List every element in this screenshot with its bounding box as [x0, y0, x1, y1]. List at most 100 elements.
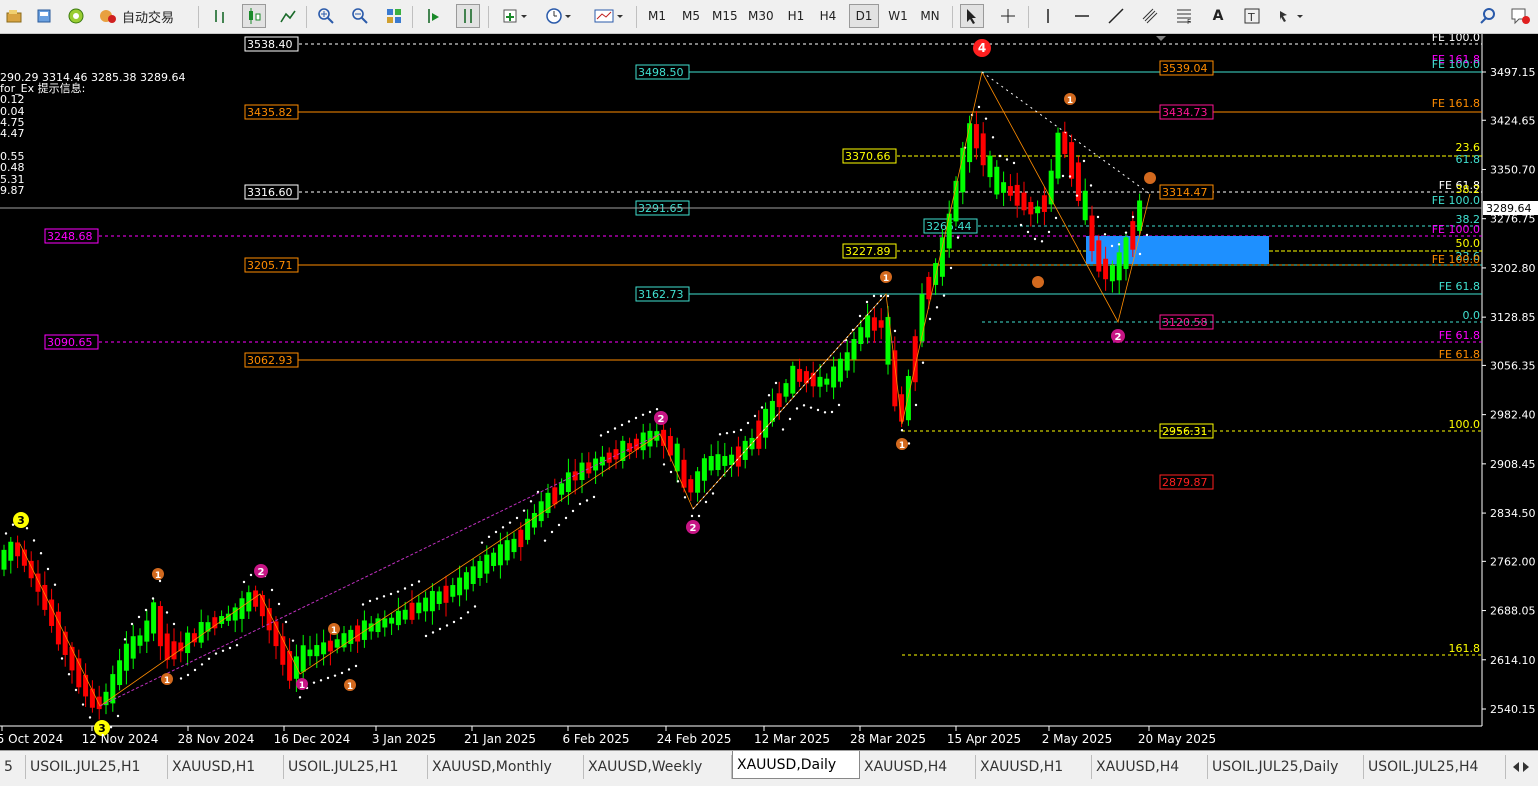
sar-dot: [4, 532, 8, 535]
candle-body: [946, 213, 952, 249]
chart-tab[interactable]: USOIL.JUL25,H1: [26, 755, 168, 779]
candle-body: [123, 643, 129, 671]
chart-tab[interactable]: XAUUSD,H1: [976, 755, 1092, 779]
candle-body: [436, 591, 442, 604]
text-tool-button[interactable]: A: [1206, 4, 1230, 28]
chart-tab[interactable]: XAUUSD,H1: [168, 755, 284, 779]
chart-tab[interactable]: XAUUSD,Weekly: [584, 755, 732, 779]
timeframe-w1[interactable]: W1: [886, 4, 910, 28]
search-icon[interactable]: [1476, 4, 1500, 28]
candle-body: [1130, 221, 1136, 250]
sar-dot: [46, 567, 50, 571]
timeframe-h4[interactable]: H4: [816, 4, 840, 28]
chart-tab[interactable]: XAUUSD,H4: [1092, 755, 1208, 779]
notification-icon[interactable]: [1508, 4, 1532, 28]
sar-dot: [459, 616, 463, 620]
channel-icon[interactable]: [1138, 4, 1162, 28]
candle-body: [831, 366, 837, 388]
timeframe-d1[interactable]: D1: [849, 4, 879, 28]
wave-label: 3: [17, 514, 25, 527]
indicator-value: 0.12: [0, 93, 25, 107]
trendline-icon[interactable]: [1104, 4, 1128, 28]
chart-tab[interactable]: USOIL.JUL25,H4: [1364, 755, 1506, 779]
sar-dot: [410, 583, 414, 587]
fib-label: FE 61.8: [1439, 280, 1480, 293]
sar-dot: [74, 688, 78, 692]
sar-dot: [900, 429, 904, 432]
zoom-in-icon[interactable]: [314, 4, 338, 28]
profile-icon[interactable]: [32, 4, 56, 28]
sar-dot: [578, 502, 582, 506]
chart-tab[interactable]: 5: [0, 755, 26, 779]
bar-chart-icon[interactable]: [208, 4, 232, 28]
candle-body: [457, 577, 463, 596]
candle-body: [423, 597, 429, 612]
level-label: 3539.04: [1162, 62, 1208, 75]
sar-dot: [977, 105, 981, 109]
date-axis-label: 21 Jan 2025: [464, 732, 536, 746]
timeframe-mn[interactable]: MN: [918, 4, 942, 28]
timeframe-m5[interactable]: M5: [679, 4, 703, 28]
indicator-title: for_Ex 提示信息:: [0, 82, 86, 96]
candle-body: [756, 420, 762, 449]
periods-dropdown[interactable]: [542, 4, 578, 28]
sar-dot: [648, 410, 652, 414]
sar-dot: [928, 317, 932, 321]
sar-dot: [60, 657, 64, 660]
price-chart[interactable]: 3497.15 3424.65 3350.70 3276.75 3202.80 3128.…: [0, 34, 1538, 750]
chart-tab[interactable]: XAUUSD,Monthly: [428, 755, 584, 779]
sar-dot: [235, 644, 239, 647]
candlestick-icon[interactable]: [242, 4, 266, 28]
sar-dot: [1089, 184, 1093, 187]
chart-shift-icon[interactable]: [456, 4, 480, 28]
timeframe-m30[interactable]: M30: [748, 4, 774, 28]
cursor-icon[interactable]: [960, 4, 984, 28]
templates-dropdown[interactable]: [590, 4, 628, 28]
open-icon[interactable]: [2, 4, 26, 28]
zoom-out-icon[interactable]: [348, 4, 372, 28]
candle-body: [559, 483, 565, 495]
vertical-line-icon[interactable]: [1036, 4, 1060, 28]
autotrade-button[interactable]: 自动交易: [98, 4, 190, 28]
tab-scroll-arrows[interactable]: [1506, 755, 1538, 779]
fib-label: FE 100.0: [1432, 58, 1480, 71]
crosshair-icon[interactable]: [996, 4, 1020, 28]
wave-label: 1: [164, 676, 170, 686]
sar-dot: [1054, 216, 1058, 220]
chart-tab-active[interactable]: XAUUSD,Daily: [732, 751, 860, 779]
sar-dot: [207, 657, 211, 660]
text-label-icon[interactable]: T: [1240, 4, 1264, 28]
fib-label: 100.0: [1449, 418, 1481, 431]
sar-dot: [641, 413, 645, 416]
tile-windows-icon[interactable]: [382, 4, 406, 28]
candle-body: [994, 166, 1000, 195]
chart-tab[interactable]: USOIL.JUL25,Daily: [1208, 755, 1364, 779]
sar-dot: [501, 526, 505, 529]
timeframe-m1[interactable]: M1: [645, 4, 669, 28]
candle-body: [790, 365, 796, 394]
timeframe-m15[interactable]: M15: [712, 4, 738, 28]
arrows-dropdown[interactable]: [1274, 4, 1310, 28]
sar-dot: [655, 408, 659, 411]
autoscroll-icon[interactable]: [422, 4, 446, 28]
candle-body: [1035, 206, 1041, 214]
chart-tab[interactable]: USOIL.JUL25,H1: [284, 755, 428, 779]
date-axis-label: 24 Feb 2025: [657, 732, 732, 746]
sar-dot: [697, 514, 701, 518]
sar-dot: [1117, 243, 1121, 246]
chart-tab[interactable]: XAUUSD,H4: [860, 755, 976, 779]
sar-dot: [242, 580, 246, 584]
candle-body: [783, 383, 789, 397]
line-chart-icon[interactable]: [276, 4, 300, 28]
sar-dot: [620, 423, 624, 427]
market-watch-icon[interactable]: [64, 4, 88, 28]
horizontal-line-icon[interactable]: [1070, 4, 1094, 28]
indicators-dropdown[interactable]: [498, 4, 534, 28]
sar-dot: [1145, 233, 1149, 237]
sar-dot: [151, 597, 155, 600]
sar-dot: [81, 703, 85, 706]
candle-body: [314, 645, 320, 657]
fibonacci-icon[interactable]: F: [1172, 4, 1196, 28]
timeframe-h1[interactable]: H1: [784, 4, 808, 28]
date-axis-label: 28 Mar 2025: [850, 732, 926, 746]
